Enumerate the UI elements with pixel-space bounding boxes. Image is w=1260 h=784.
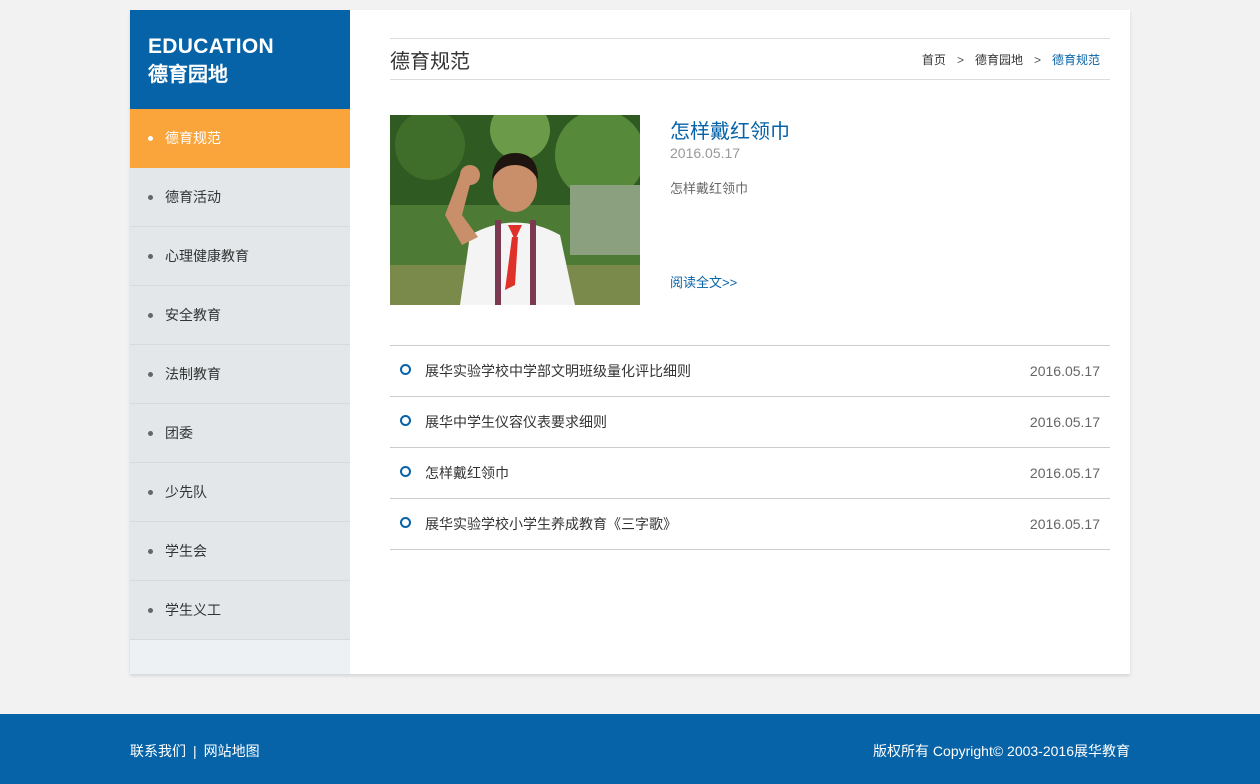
featured-title[interactable]: 怎样戴红领巾 (670, 115, 790, 144)
bullet-icon (148, 430, 153, 436)
featured-date: 2016.05.17 (670, 145, 741, 161)
article-list: 展华实验学校中学部文明班级量化评比细则 2016.05.17 展华中学生仪容仪表… (390, 345, 1110, 550)
bullet-icon (148, 489, 153, 495)
student-photo-illustration (390, 115, 640, 305)
article-title[interactable]: 展华实验学校中学部文明班级量化评比细则 (425, 361, 691, 381)
sidebar-nav: 德育规范 德育活动 心理健康教育 安全教育 法制教育 团委 少先队 学生会 学生… (130, 109, 350, 640)
sidebar-item-volunteers[interactable]: 学生义工 (130, 581, 350, 640)
breadcrumb-current[interactable]: 德育规范 (1052, 53, 1100, 67)
sidebar-item-young-pioneers[interactable]: 少先队 (130, 463, 350, 522)
footer-links: 联系我们 | 网站地图 (130, 741, 260, 761)
footer: 联系我们 | 网站地图 版权所有 Copyright© 2003-2016展华教育 (0, 714, 1260, 784)
featured-summary: 怎样戴红领巾 (670, 181, 749, 196)
title-bar: 德育规范 首页 > 德育园地 > 德育规范 (390, 38, 1110, 80)
article-date: 2016.05.17 (1029, 414, 1100, 430)
bullet-icon (148, 135, 153, 141)
footer-divider: | (193, 743, 197, 759)
sidebar-item-moral-norms[interactable]: 德育规范 (130, 109, 350, 168)
article-date: 2016.05.17 (1029, 516, 1100, 532)
bullet-icon (148, 312, 153, 318)
sidebar-title-en: EDUCATION (148, 35, 274, 58)
content-card: EDUCATION 德育园地 德育规范 德育活动 心理健康教育 安全教育 法制教… (130, 10, 1130, 674)
list-item[interactable]: 展华实验学校中学部文明班级量化评比细则 2016.05.17 (390, 346, 1110, 397)
breadcrumb: 首页 > 德育园地 > 德育规范 (922, 51, 1110, 68)
featured-article: 怎样戴红领巾 2016.05.17 怎样戴红领巾 阅读全文>> (390, 115, 1110, 345)
article-title[interactable]: 展华实验学校小学生养成教育《三字歌》 (425, 514, 677, 534)
sidebar-item-student-union[interactable]: 学生会 (130, 522, 350, 581)
article-title[interactable]: 展华中学生仪容仪表要求细则 (425, 412, 607, 432)
article-title[interactable]: 怎样戴红领巾 (425, 463, 509, 483)
sidebar-item-label: 心理健康教育 (165, 248, 249, 264)
sidebar-item-mental-health[interactable]: 心理健康教育 (130, 227, 350, 286)
circle-bullet-icon (400, 363, 411, 375)
sidebar-header: EDUCATION 德育园地 (130, 10, 350, 109)
sidebar-item-label: 少先队 (165, 484, 207, 500)
circle-bullet-icon (400, 414, 411, 426)
sidebar-item-legal[interactable]: 法制教育 (130, 345, 350, 404)
contact-link[interactable]: 联系我们 (130, 743, 186, 759)
article-date: 2016.05.17 (1029, 363, 1100, 379)
page-title: 德育规范 (390, 50, 470, 73)
sidebar-title-cn: 德育园地 (148, 64, 228, 86)
bullet-icon (148, 607, 153, 613)
list-item[interactable]: 展华实验学校小学生养成教育《三字歌》 2016.05.17 (390, 499, 1110, 550)
sidebar-item-label: 学生会 (165, 543, 207, 559)
sitemap-link[interactable]: 网站地图 (204, 743, 260, 759)
breadcrumb-home[interactable]: 首页 (922, 53, 946, 67)
article-date: 2016.05.17 (1029, 465, 1100, 481)
sidebar-item-label: 安全教育 (165, 307, 221, 323)
bullet-icon (148, 371, 153, 377)
list-item[interactable]: 展华中学生仪容仪表要求细则 2016.05.17 (390, 397, 1110, 448)
read-more-link[interactable]: 阅读全文>> (670, 272, 737, 291)
sidebar: EDUCATION 德育园地 德育规范 德育活动 心理健康教育 安全教育 法制教… (130, 10, 350, 674)
circle-bullet-icon (400, 465, 411, 477)
list-item[interactable]: 怎样戴红领巾 2016.05.17 (390, 448, 1110, 499)
sidebar-item-moral-activities[interactable]: 德育活动 (130, 168, 350, 227)
sidebar-item-label: 德育活动 (165, 189, 221, 205)
copyright: 版权所有 Copyright© 2003-2016展华教育 (873, 743, 1130, 759)
main-content: 德育规范 首页 > 德育园地 > 德育规范 怎样戴红领巾 2016.05.17 … (390, 38, 1110, 550)
sidebar-item-label: 团委 (165, 425, 193, 441)
circle-bullet-icon (400, 516, 411, 528)
sidebar-item-label: 学生义工 (165, 602, 221, 618)
sidebar-item-youth-league[interactable]: 团委 (130, 404, 350, 463)
sidebar-item-label: 法制教育 (165, 366, 221, 382)
bullet-icon (148, 548, 153, 554)
breadcrumb-section[interactable]: 德育园地 (975, 53, 1023, 67)
sidebar-item-safety[interactable]: 安全教育 (130, 286, 350, 345)
bullet-icon (148, 253, 153, 259)
breadcrumb-separator: > (1033, 52, 1041, 67)
featured-photo[interactable] (390, 115, 640, 305)
breadcrumb-separator: > (956, 52, 964, 67)
sidebar-item-label: 德育规范 (165, 130, 221, 146)
bullet-icon (148, 194, 153, 200)
